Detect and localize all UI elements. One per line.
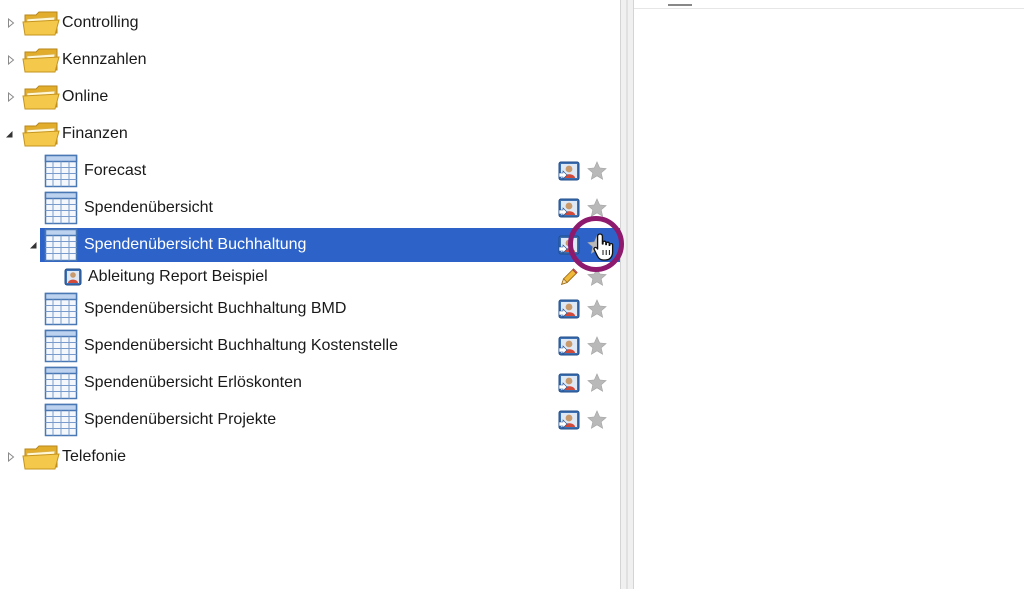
tree-report-spendenuebersicht[interactable]: Spendenübersicht [0,191,620,225]
table-report-icon [44,329,78,363]
folder-label: Telefonie [62,448,127,465]
folder-label: Finanzen [62,125,128,142]
folder-label: Online [62,88,109,105]
report-label: Spendenübersicht Projekte [84,411,277,428]
table-report-icon [44,403,78,437]
detail-pane [634,8,1024,590]
tree-folder-telefonie[interactable]: Telefonie [0,440,620,474]
report-tree: Controlling Kennzahlen Online Finanzen F… [0,0,620,589]
user-share-icon[interactable] [558,161,580,181]
table-report-icon [44,292,78,326]
derived-report-icon [64,268,82,286]
report-label: Spendenübersicht Buchhaltung BMD [84,300,347,317]
tree-folder-kennzahlen[interactable]: Kennzahlen [0,43,620,77]
expand-arrow-icon[interactable] [6,92,16,102]
folder-icon [22,443,60,471]
table-report-icon [44,154,78,188]
user-share-icon[interactable] [558,373,580,393]
report-label: Spendenübersicht [84,199,213,216]
expand-arrow-icon[interactable] [6,452,16,462]
tab-indicator [668,4,692,6]
pane-splitter[interactable] [620,0,634,589]
tree-folder-online[interactable]: Online [0,80,620,114]
folder-icon [22,120,60,148]
star-icon[interactable] [586,372,608,394]
folder-icon [22,46,60,74]
user-share-icon[interactable] [558,299,580,319]
folder-label: Kennzahlen [62,51,147,68]
tree-folder-controlling[interactable]: Controlling [0,6,620,40]
tree-report-erloeskonten[interactable]: Spendenübersicht Erlöskonten [0,366,620,400]
tree-report-forecast[interactable]: Forecast [0,154,620,188]
hand-cursor-icon [593,233,614,261]
user-share-icon[interactable] [558,410,580,430]
derived-report-label: Ableitung Report Beispiel [88,268,268,285]
tree-report-spendenuebersicht-buchhaltung[interactable]: Spendenübersicht Buchhaltung [0,228,620,262]
tree-derived-report[interactable]: Ableitung Report Beispiel [0,262,620,292]
folder-icon [22,83,60,111]
tree-report-projekte[interactable]: Spendenübersicht Projekte [0,403,620,437]
user-share-icon[interactable] [558,198,580,218]
table-report-icon [44,366,78,400]
star-icon[interactable] [586,298,608,320]
report-label: Spendenübersicht Buchhaltung Kostenstell… [84,337,398,354]
table-report-icon [44,191,78,225]
folder-label: Controlling [62,14,139,31]
report-label: Forecast [84,162,147,179]
folder-icon [22,9,60,37]
tree-folder-finanzen[interactable]: Finanzen [0,117,620,151]
table-report-icon [44,228,78,262]
user-share-icon[interactable] [558,336,580,356]
tree-report-buchhaltung-kostenstelle[interactable]: Spendenübersicht Buchhaltung Kostenstell… [0,329,620,363]
collapse-arrow-icon[interactable] [28,240,38,250]
collapse-arrow-icon[interactable] [4,129,14,139]
star-icon[interactable] [586,160,608,182]
report-label: Spendenübersicht Erlöskonten [84,374,302,391]
star-icon[interactable] [586,409,608,431]
tree-report-buchhaltung-bmd[interactable]: Spendenübersicht Buchhaltung BMD [0,292,620,326]
report-label: Spendenübersicht Buchhaltung [84,236,307,253]
expand-arrow-icon[interactable] [6,18,16,28]
expand-arrow-icon[interactable] [6,55,16,65]
star-icon[interactable] [586,335,608,357]
pencil-icon[interactable] [558,267,580,287]
